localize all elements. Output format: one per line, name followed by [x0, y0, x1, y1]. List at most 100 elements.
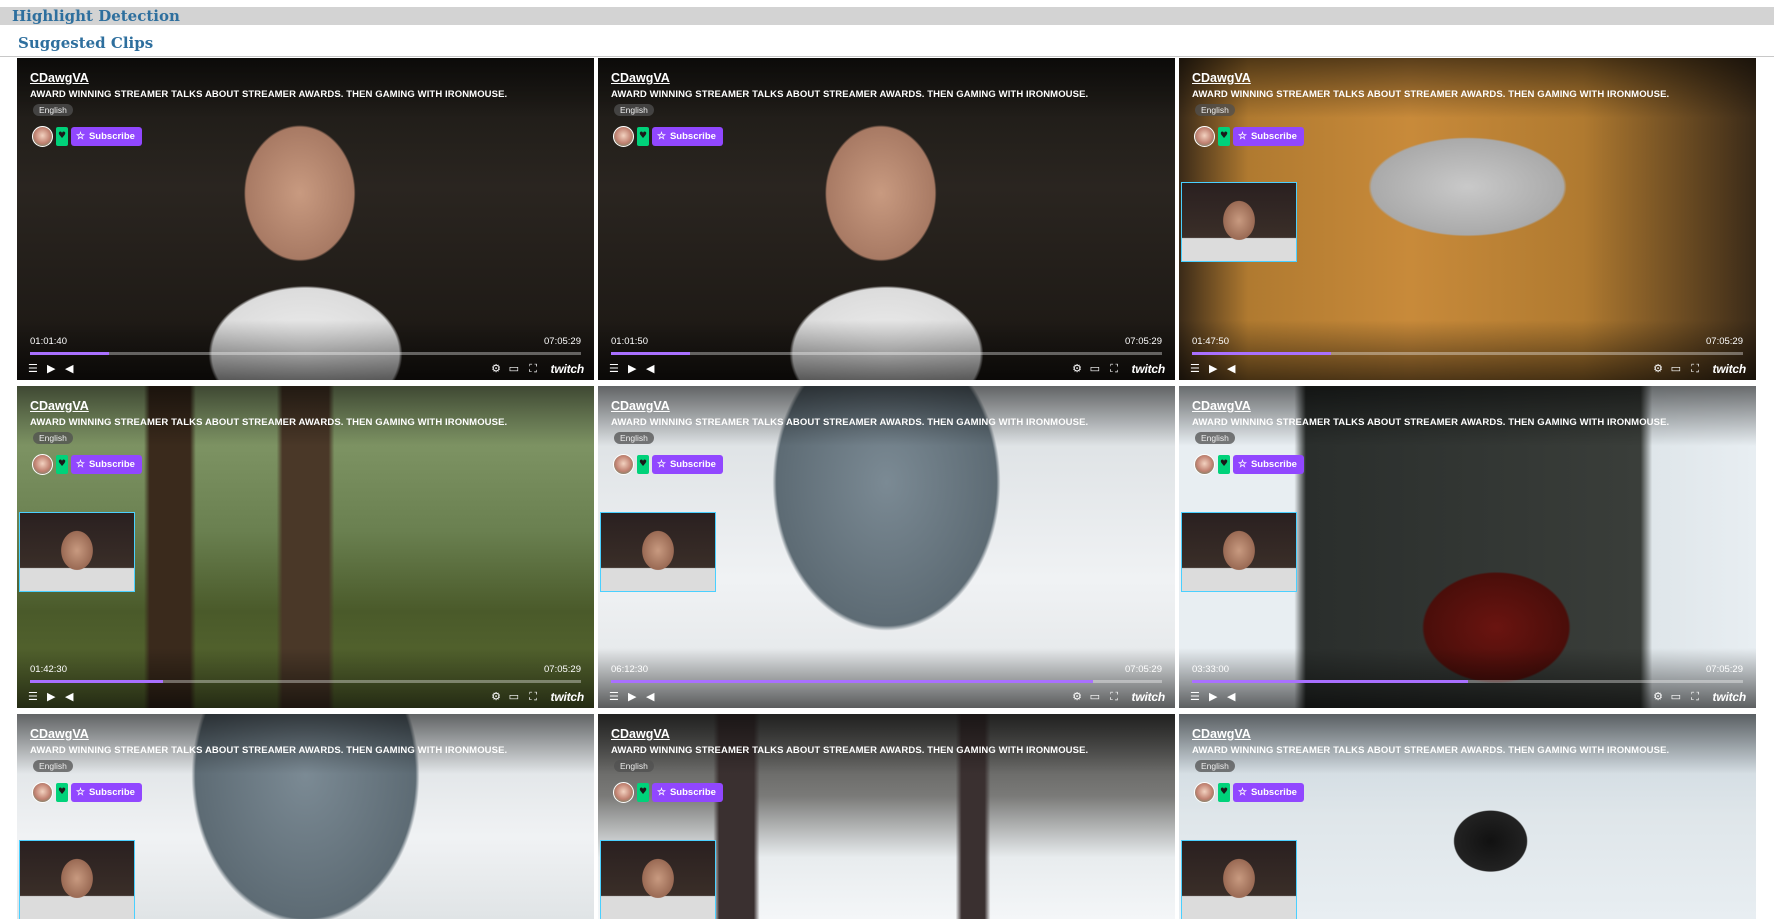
volume-icon[interactable]: ◀	[65, 691, 73, 703]
clip-icon[interactable]: ▭	[1090, 691, 1100, 703]
follow-button[interactable]: ♥	[1218, 782, 1230, 802]
clip-icon[interactable]: ▭	[1671, 691, 1681, 703]
follow-button[interactable]: ♥	[637, 126, 649, 146]
progress-bar[interactable]	[1192, 680, 1743, 683]
clip-card[interactable]: CDawgVA AWARD WINNING STREAMER TALKS ABO…	[17, 58, 594, 380]
channel-link[interactable]: CDawgVA	[30, 727, 89, 741]
progress-bar[interactable]	[611, 680, 1162, 683]
twitch-logo[interactable]: twitch	[1713, 362, 1747, 376]
clip-card[interactable]: CDawgVA AWARD WINNING STREAMER TALKS ABO…	[1179, 58, 1756, 380]
list-icon[interactable]: ☰	[28, 691, 38, 703]
subscribe-button[interactable]: ☆ Subscribe	[71, 782, 142, 802]
progress-bar[interactable]	[30, 352, 581, 355]
language-tag[interactable]: English	[1195, 432, 1235, 444]
twitch-logo[interactable]: twitch	[551, 362, 585, 376]
avatar[interactable]	[32, 781, 53, 803]
avatar[interactable]	[613, 453, 634, 475]
follow-button[interactable]: ♥	[56, 126, 68, 146]
avatar[interactable]	[1194, 125, 1215, 147]
play-icon[interactable]: ▶	[1209, 691, 1217, 703]
clip-icon[interactable]: ▭	[1671, 363, 1681, 375]
gear-icon[interactable]: ⚙	[1653, 691, 1663, 703]
fullscreen-icon[interactable]: ⛶	[529, 363, 537, 375]
list-icon[interactable]: ☰	[1190, 363, 1200, 375]
gear-icon[interactable]: ⚙	[491, 691, 501, 703]
list-icon[interactable]: ☰	[609, 691, 619, 703]
language-tag[interactable]: English	[614, 760, 654, 772]
channel-link[interactable]: CDawgVA	[611, 727, 670, 741]
clip-card[interactable]: CDawgVA AWARD WINNING STREAMER TALKS ABO…	[17, 714, 594, 919]
fullscreen-icon[interactable]: ⛶	[1110, 691, 1118, 703]
language-tag[interactable]: English	[1195, 104, 1235, 116]
follow-button[interactable]: ♥	[1218, 126, 1230, 146]
subscribe-button[interactable]: ☆ Subscribe	[1233, 454, 1304, 474]
clip-icon[interactable]: ▭	[509, 363, 519, 375]
clip-icon[interactable]: ▭	[1090, 363, 1100, 375]
gear-icon[interactable]: ⚙	[1072, 363, 1082, 375]
fullscreen-icon[interactable]: ⛶	[1110, 363, 1118, 375]
subscribe-button[interactable]: ☆ Subscribe	[1233, 782, 1304, 802]
avatar[interactable]	[32, 125, 53, 147]
fullscreen-icon[interactable]: ⛶	[1691, 363, 1699, 375]
volume-icon[interactable]: ◀	[65, 363, 73, 375]
fullscreen-icon[interactable]: ⛶	[529, 691, 537, 703]
language-tag[interactable]: English	[33, 760, 73, 772]
clip-card[interactable]: CDawgVA AWARD WINNING STREAMER TALKS ABO…	[598, 58, 1175, 380]
language-tag[interactable]: English	[614, 104, 654, 116]
avatar[interactable]	[613, 781, 634, 803]
language-tag[interactable]: English	[33, 104, 73, 116]
volume-icon[interactable]: ◀	[1227, 363, 1235, 375]
list-icon[interactable]: ☰	[609, 363, 619, 375]
play-icon[interactable]: ▶	[47, 363, 55, 375]
twitch-logo[interactable]: twitch	[1132, 362, 1166, 376]
subscribe-button[interactable]: ☆ Subscribe	[1233, 126, 1304, 146]
clip-card[interactable]: CDawgVA AWARD WINNING STREAMER TALKS ABO…	[1179, 386, 1756, 708]
gear-icon[interactable]: ⚙	[491, 363, 501, 375]
subscribe-button[interactable]: ☆ Subscribe	[652, 454, 723, 474]
clip-card[interactable]: CDawgVA AWARD WINNING STREAMER TALKS ABO…	[598, 714, 1175, 919]
progress-bar[interactable]	[611, 352, 1162, 355]
channel-link[interactable]: CDawgVA	[1192, 71, 1251, 85]
avatar[interactable]	[613, 125, 634, 147]
channel-link[interactable]: CDawgVA	[30, 71, 89, 85]
channel-link[interactable]: CDawgVA	[1192, 399, 1251, 413]
avatar[interactable]	[1194, 453, 1215, 475]
follow-button[interactable]: ♥	[637, 782, 649, 802]
subscribe-button[interactable]: ☆ Subscribe	[71, 126, 142, 146]
gear-icon[interactable]: ⚙	[1653, 363, 1663, 375]
play-icon[interactable]: ▶	[628, 363, 636, 375]
subscribe-button[interactable]: ☆ Subscribe	[71, 454, 142, 474]
play-icon[interactable]: ▶	[47, 691, 55, 703]
channel-link[interactable]: CDawgVA	[1192, 727, 1251, 741]
language-tag[interactable]: English	[614, 432, 654, 444]
avatar[interactable]	[1194, 781, 1215, 803]
volume-icon[interactable]: ◀	[1227, 691, 1235, 703]
clip-card[interactable]: CDawgVA AWARD WINNING STREAMER TALKS ABO…	[17, 386, 594, 708]
play-icon[interactable]: ▶	[628, 691, 636, 703]
follow-button[interactable]: ♥	[1218, 454, 1230, 474]
follow-button[interactable]: ♥	[56, 782, 68, 802]
follow-button[interactable]: ♥	[56, 454, 68, 474]
subscribe-button[interactable]: ☆ Subscribe	[652, 782, 723, 802]
progress-bar[interactable]	[1192, 352, 1743, 355]
language-tag[interactable]: English	[33, 432, 73, 444]
volume-icon[interactable]: ◀	[646, 691, 654, 703]
channel-link[interactable]: CDawgVA	[30, 399, 89, 413]
list-icon[interactable]: ☰	[28, 363, 38, 375]
channel-link[interactable]: CDawgVA	[611, 71, 670, 85]
subscribe-button[interactable]: ☆ Subscribe	[652, 126, 723, 146]
twitch-logo[interactable]: twitch	[551, 690, 585, 704]
twitch-logo[interactable]: twitch	[1713, 690, 1747, 704]
progress-bar[interactable]	[30, 680, 581, 683]
gear-icon[interactable]: ⚙	[1072, 691, 1082, 703]
list-icon[interactable]: ☰	[1190, 691, 1200, 703]
play-icon[interactable]: ▶	[1209, 363, 1217, 375]
clip-card[interactable]: CDawgVA AWARD WINNING STREAMER TALKS ABO…	[1179, 714, 1756, 919]
channel-link[interactable]: CDawgVA	[611, 399, 670, 413]
clip-icon[interactable]: ▭	[509, 691, 519, 703]
twitch-logo[interactable]: twitch	[1132, 690, 1166, 704]
fullscreen-icon[interactable]: ⛶	[1691, 691, 1699, 703]
clip-card[interactable]: CDawgVA AWARD WINNING STREAMER TALKS ABO…	[598, 386, 1175, 708]
volume-icon[interactable]: ◀	[646, 363, 654, 375]
language-tag[interactable]: English	[1195, 760, 1235, 772]
